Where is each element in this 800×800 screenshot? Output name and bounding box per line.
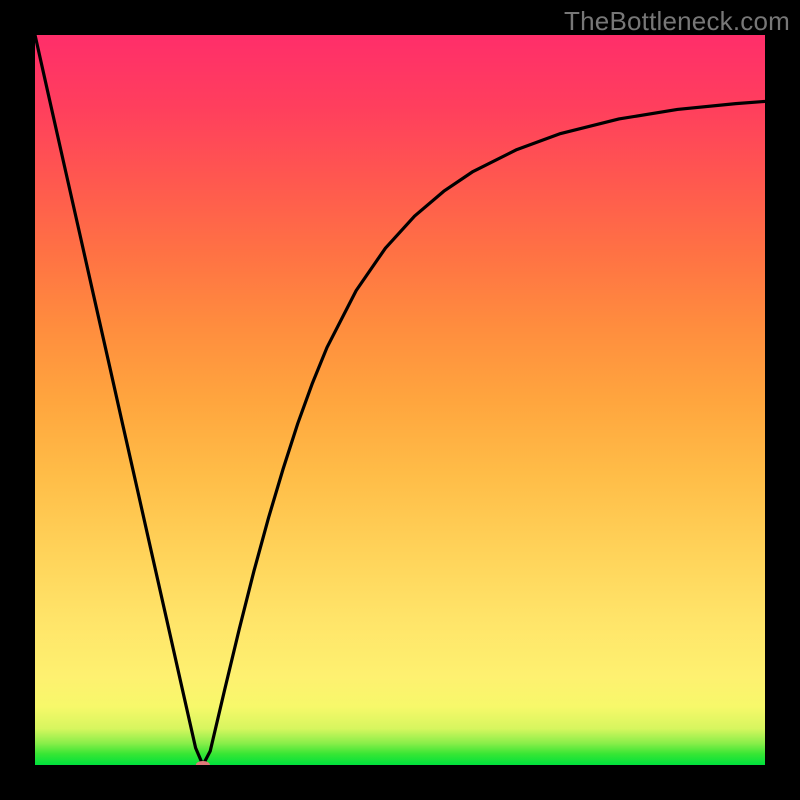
chart-frame: TheBottleneck.com (0, 0, 800, 800)
watermark-text: TheBottleneck.com (564, 6, 790, 37)
minimum-marker (196, 761, 210, 765)
bottleneck-curve-svg (35, 35, 765, 765)
bottleneck-curve-path (35, 35, 765, 765)
plot-area (35, 35, 765, 765)
